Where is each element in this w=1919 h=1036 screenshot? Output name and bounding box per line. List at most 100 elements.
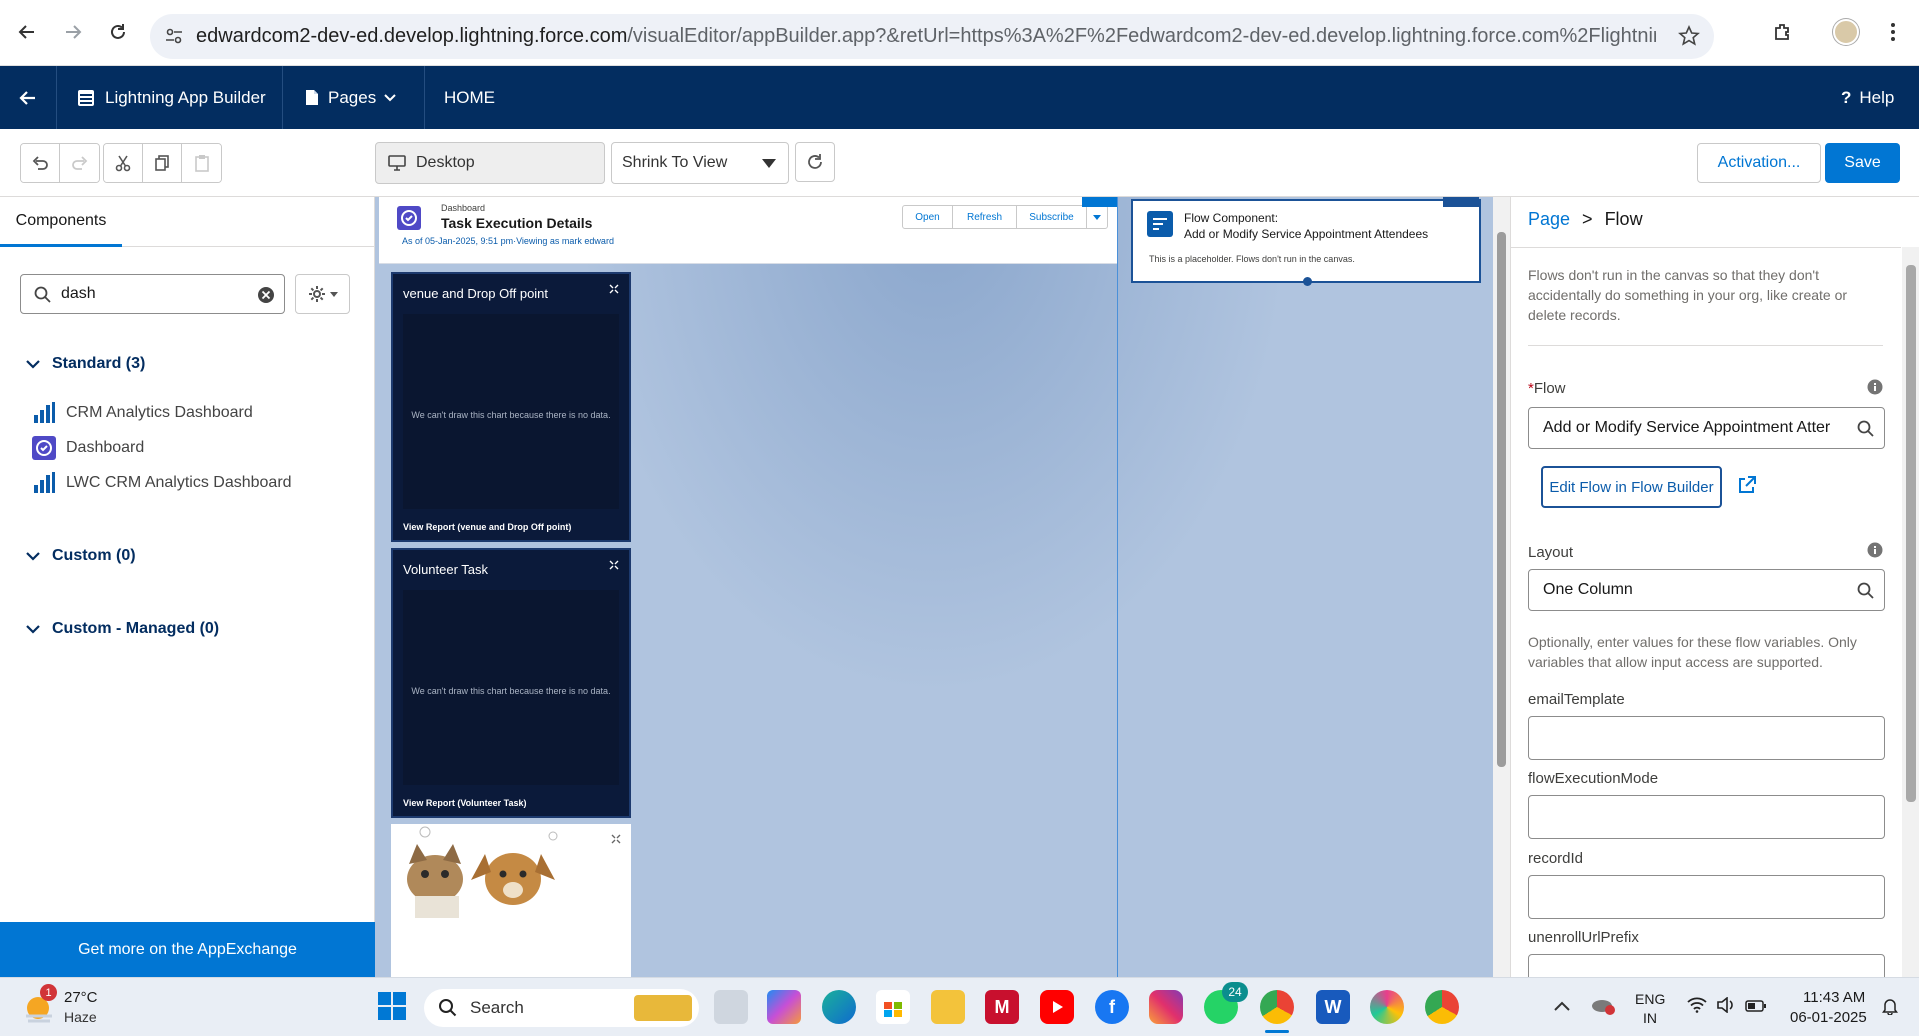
breadcrumb-page-link[interactable]: Page <box>1528 209 1570 230</box>
dashboard-subscribe-button[interactable]: Subscribe <box>1017 206 1087 228</box>
unenroll-url-prefix-input[interactable] <box>1528 954 1885 977</box>
appexchange-link[interactable]: Get more on the AppExchange <box>0 922 375 977</box>
weather-widget[interactable]: 1 <box>22 984 60 1026</box>
cut-button[interactable] <box>104 144 144 182</box>
weather-desc: Haze <box>64 1009 97 1025</box>
dashboard-open-button[interactable]: Open <box>903 206 953 228</box>
notification-bell-icon[interactable] <box>1881 997 1899 1020</box>
copy-button[interactable] <box>143 144 183 182</box>
component-selection-handle[interactable] <box>1443 197 1479 207</box>
undo-button[interactable] <box>21 144 61 182</box>
flow-component[interactable]: Flow Component: Add or Modify Service Ap… <box>1131 197 1481 286</box>
address-bar[interactable]: edwardcom2-dev-ed.develop.lightning.forc… <box>150 14 1714 59</box>
bookmark-star-icon[interactable] <box>1678 25 1700 47</box>
back-button[interactable] <box>0 66 57 129</box>
photos-icon[interactable] <box>1370 990 1404 1024</box>
expand-icon[interactable] <box>609 560 619 570</box>
chevron-up-icon[interactable] <box>1554 995 1570 1016</box>
dashboard-chart-card[interactable]: Volunteer Task We can't draw this chart … <box>391 548 631 818</box>
save-button[interactable]: Save <box>1825 143 1900 183</box>
back-arrow-icon[interactable] <box>12 17 42 47</box>
back-arrow-icon <box>19 89 37 107</box>
chrome-active-icon[interactable] <box>1260 990 1294 1024</box>
dashboard-component[interactable]: Dashboard Task Execution Details As of 0… <box>379 197 1117 264</box>
search-icon <box>438 998 458 1018</box>
flow-execution-mode-input[interactable] <box>1528 795 1885 839</box>
forward-arrow-icon[interactable] <box>58 17 88 47</box>
layout-lookup-input[interactable]: One Column <box>1528 569 1885 611</box>
site-settings-icon[interactable] <box>164 26 184 46</box>
component-dashboard[interactable]: Dashboard <box>32 436 144 460</box>
tab-components[interactable]: Components <box>0 197 122 247</box>
whatsapp-icon[interactable]: 24 <box>1204 982 1248 1024</box>
dashboard-chart-card[interactable]: venue and Drop Off point We can't draw t… <box>391 272 631 542</box>
clear-search-icon[interactable] <box>257 286 275 304</box>
record-id-input[interactable] <box>1528 875 1885 919</box>
resize-handle[interactable] <box>1303 277 1312 286</box>
undo-redo-group <box>20 143 100 183</box>
language-top[interactable]: ENG <box>1635 991 1665 1007</box>
email-template-input[interactable] <box>1528 716 1885 760</box>
info-icon[interactable] <box>1867 542 1883 558</box>
wifi-icon[interactable] <box>1687 997 1707 1018</box>
search-settings-button[interactable] <box>295 274 350 314</box>
volume-icon[interactable] <box>1716 996 1736 1018</box>
redo-button[interactable] <box>60 144 99 182</box>
component-search-input[interactable]: dash <box>20 274 285 314</box>
clock-date[interactable]: 06-01-2025 <box>1790 1009 1867 1026</box>
taskbar-search[interactable]: Search <box>424 989 699 1027</box>
battery-icon[interactable] <box>1745 999 1767 1017</box>
section-custom-managed[interactable]: Custom - Managed (0) <box>26 620 219 638</box>
expand-icon[interactable] <box>611 834 621 844</box>
info-icon[interactable] <box>1867 379 1883 395</box>
instagram-icon[interactable] <box>1149 990 1183 1024</box>
view-report-link[interactable]: View Report (venue and Drop Off point) <box>403 522 571 532</box>
file-explorer-icon[interactable] <box>931 990 965 1024</box>
task-view-icon[interactable] <box>714 990 748 1024</box>
section-custom[interactable]: Custom (0) <box>26 547 136 565</box>
reload-icon[interactable] <box>103 17 133 47</box>
canvas-scrollbar-thumb[interactable] <box>1497 232 1506 767</box>
dashboard-subtitle: As of 05-Jan-2025, 9:51 pm·Viewing as ma… <box>402 236 614 246</box>
expand-icon[interactable] <box>609 284 619 294</box>
browser-menu-icon[interactable] <box>1878 17 1908 47</box>
activation-button[interactable]: Activation... <box>1697 143 1821 183</box>
image-card[interactable] <box>391 824 631 977</box>
edge-browser-icon[interactable] <box>822 990 856 1024</box>
youtube-icon[interactable] <box>1040 990 1074 1024</box>
device-selector[interactable]: Desktop <box>375 142 605 184</box>
dashboard-refresh-button[interactable]: Refresh <box>953 206 1017 228</box>
component-selection-handle[interactable] <box>1082 197 1117 207</box>
search-value: dash <box>61 285 96 302</box>
windows-start-button[interactable] <box>377 991 407 1021</box>
extensions-icon[interactable] <box>1768 17 1798 47</box>
mcafee-icon[interactable]: M <box>985 990 1019 1024</box>
external-link-icon[interactable] <box>1737 475 1757 495</box>
section-standard[interactable]: Standard (3) <box>26 355 145 373</box>
chrome-profile-icon[interactable] <box>1425 990 1459 1024</box>
search-highlight-image <box>634 995 692 1021</box>
edit-flow-button[interactable]: Edit Flow in Flow Builder <box>1541 466 1722 508</box>
onedrive-status-icon[interactable] <box>1590 995 1616 1017</box>
help-button[interactable]: ? Help <box>1826 66 1919 129</box>
facebook-icon[interactable]: f <box>1095 990 1129 1024</box>
region-divider <box>1117 197 1118 977</box>
refresh-canvas-button[interactable] <box>795 142 835 182</box>
zoom-select[interactable]: Shrink To View <box>611 142 789 184</box>
paste-button[interactable] <box>182 144 221 182</box>
component-crm-analytics-dashboard[interactable]: CRM Analytics Dashboard <box>32 401 253 425</box>
properties-scrollbar[interactable] <box>1902 247 1919 977</box>
profile-avatar[interactable] <box>1831 17 1861 47</box>
flow-lookup-input[interactable]: Add or Modify Service Appointment Atter <box>1528 407 1885 449</box>
language-bottom[interactable]: IN <box>1643 1010 1657 1026</box>
word-icon[interactable]: W <box>1316 990 1350 1024</box>
microsoft-store-icon[interactable] <box>876 990 910 1024</box>
canvas-scrollbar[interactable] <box>1493 197 1510 977</box>
component-lwc-crm-analytics-dashboard[interactable]: LWC CRM Analytics Dashboard <box>32 471 292 495</box>
pages-menu-button[interactable]: Pages <box>283 66 425 129</box>
view-report-link[interactable]: View Report (Volunteer Task) <box>403 798 527 808</box>
properties-scrollbar-thumb[interactable] <box>1906 265 1916 802</box>
clock-time[interactable]: 11:43 AM <box>1803 989 1865 1006</box>
dashboard-more-button[interactable] <box>1087 206 1107 228</box>
copilot-icon[interactable] <box>767 990 801 1024</box>
